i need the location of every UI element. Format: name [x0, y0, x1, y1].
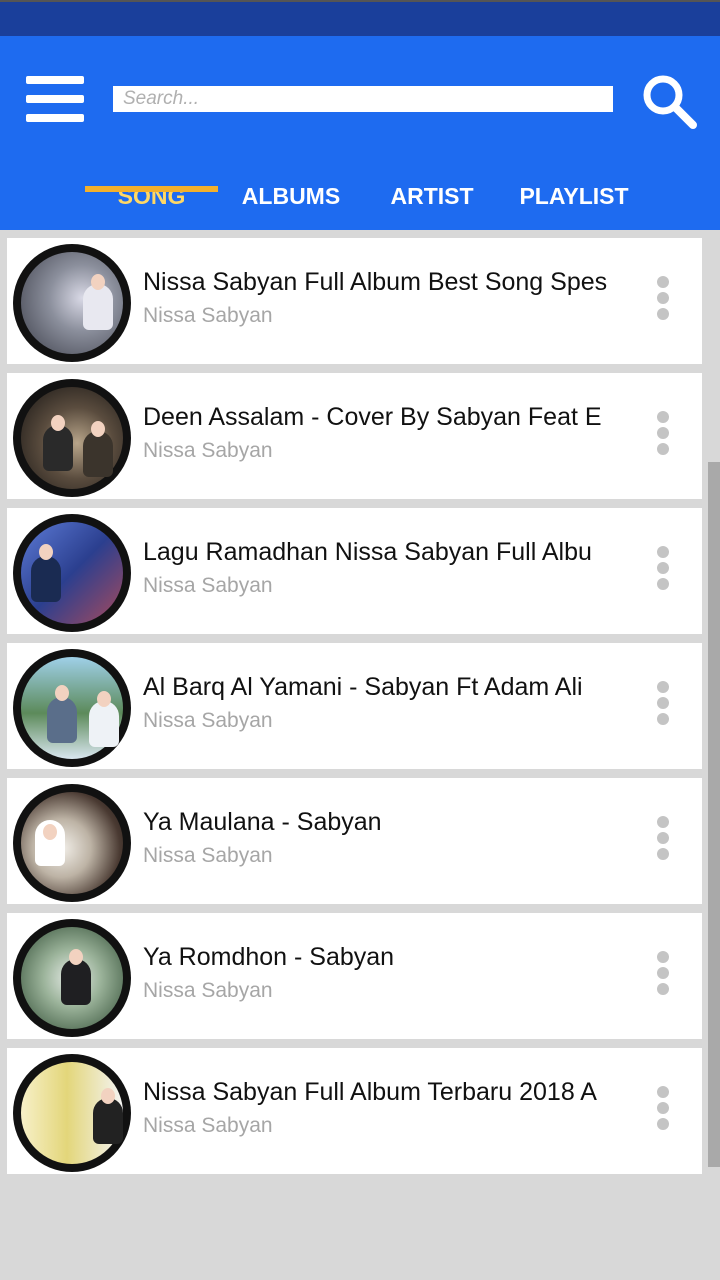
song-list-item[interactable]: Lagu Ramadhan Nissa Sabyan Full Albu Nis…: [7, 508, 702, 634]
song-title: Nissa Sabyan Full Album Terbaru 2018 A: [143, 1078, 597, 1106]
song-list-item[interactable]: Ya Maulana - Sabyan Nissa Sabyan: [7, 778, 702, 904]
tab-artist[interactable]: ARTIST: [372, 178, 492, 230]
song-artist: Nissa Sabyan: [143, 844, 273, 867]
more-vertical-icon[interactable]: [647, 407, 677, 467]
song-thumbnail: [13, 514, 131, 632]
song-list-item[interactable]: Ya Romdhon - Sabyan Nissa Sabyan: [7, 913, 702, 1039]
song-list: Nissa Sabyan Full Album Best Song Spes N…: [7, 238, 702, 1183]
song-list-item[interactable]: Nissa Sabyan Full Album Terbaru 2018 A N…: [7, 1048, 702, 1174]
more-vertical-icon[interactable]: [647, 947, 677, 1007]
song-title: Deen Assalam - Cover By Sabyan Feat E: [143, 403, 602, 431]
tab-albums[interactable]: ALBUMS: [226, 178, 356, 230]
app-header: SONG ALBUMS ARTIST PLAYLIST: [0, 36, 720, 230]
song-thumbnail: [13, 919, 131, 1037]
active-tab-indicator: [85, 186, 218, 192]
song-title: Nissa Sabyan Full Album Best Song Spes: [143, 268, 608, 296]
song-title: Ya Romdhon - Sabyan: [143, 943, 395, 971]
search-icon: [643, 75, 697, 129]
song-thumbnail: [13, 379, 131, 497]
search-button[interactable]: [638, 70, 700, 132]
song-artist: Nissa Sabyan: [143, 1114, 273, 1137]
song-thumbnail: [13, 244, 131, 362]
song-artist: Nissa Sabyan: [143, 574, 273, 597]
tab-playlist[interactable]: PLAYLIST: [504, 178, 644, 230]
song-title: Ya Maulana - Sabyan: [143, 808, 382, 836]
scrollbar[interactable]: [708, 462, 720, 1167]
more-vertical-icon[interactable]: [647, 812, 677, 872]
more-vertical-icon[interactable]: [647, 1082, 677, 1142]
song-list-item[interactable]: Al Barq Al Yamani - Sabyan Ft Adam Ali N…: [7, 643, 702, 769]
song-list-item[interactable]: Deen Assalam - Cover By Sabyan Feat E Ni…: [7, 373, 702, 499]
song-artist: Nissa Sabyan: [143, 709, 273, 732]
more-vertical-icon[interactable]: [647, 272, 677, 332]
search-input[interactable]: [113, 86, 613, 112]
more-vertical-icon[interactable]: [647, 542, 677, 602]
song-thumbnail: [13, 649, 131, 767]
more-vertical-icon[interactable]: [647, 677, 677, 737]
status-bar: [0, 0, 720, 36]
song-title: Al Barq Al Yamani - Sabyan Ft Adam Ali: [143, 673, 583, 701]
song-artist: Nissa Sabyan: [143, 979, 273, 1002]
song-thumbnail: [13, 1054, 131, 1172]
song-list-item[interactable]: Nissa Sabyan Full Album Best Song Spes N…: [7, 238, 702, 364]
song-title: Lagu Ramadhan Nissa Sabyan Full Albu: [143, 538, 592, 566]
song-artist: Nissa Sabyan: [143, 439, 273, 462]
song-artist: Nissa Sabyan: [143, 304, 273, 327]
song-thumbnail: [13, 784, 131, 902]
hamburger-menu-icon[interactable]: [26, 76, 86, 122]
